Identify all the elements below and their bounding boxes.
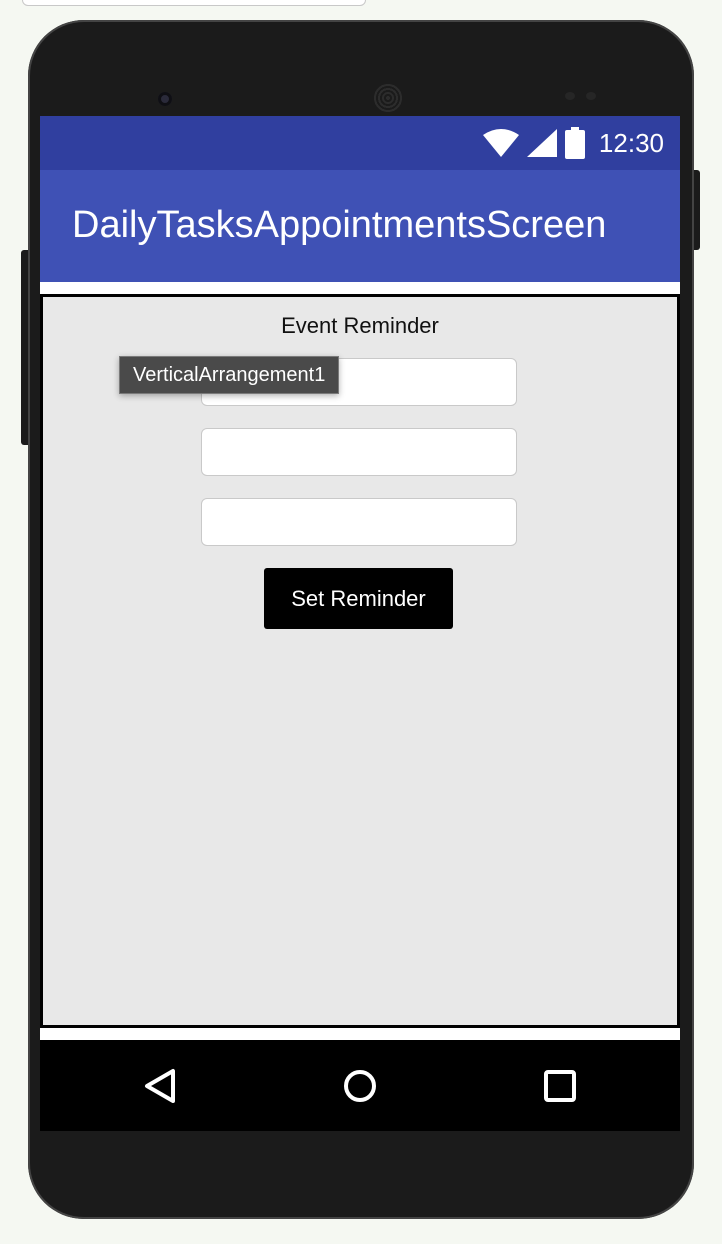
phone-screen: 12:30 DailyTasksAppointmentsScreen Event… xyxy=(40,116,680,1131)
screen-title: DailyTasksAppointmentsScreen xyxy=(72,204,607,246)
status-icons: 12:30 xyxy=(482,125,664,161)
set-reminder-button[interactable]: Set Reminder xyxy=(264,568,453,629)
back-button[interactable] xyxy=(134,1060,186,1112)
vertical-arrangement[interactable]: Event Reminder Set Reminder xyxy=(40,294,680,1028)
reminder-textbox-3[interactable] xyxy=(201,498,517,546)
status-time: 12:30 xyxy=(598,127,664,158)
front-camera-icon xyxy=(158,92,172,106)
signal-icon xyxy=(526,129,557,157)
event-reminder-label: Event Reminder xyxy=(281,313,439,338)
status-bar: 12:30 xyxy=(40,116,680,170)
sensor-icon xyxy=(586,92,596,100)
speaker-grille-icon xyxy=(373,83,403,113)
top-toolbar-edge xyxy=(22,0,366,6)
recents-icon xyxy=(544,1070,576,1102)
battery-icon xyxy=(564,127,585,159)
navigation-bar xyxy=(40,1040,680,1131)
recents-button[interactable] xyxy=(534,1060,586,1112)
sensor-icon xyxy=(565,92,575,100)
wifi-icon xyxy=(482,129,519,157)
app-bar: DailyTasksAppointmentsScreen xyxy=(40,170,680,282)
component-tooltip: VerticalArrangement1 xyxy=(119,356,340,394)
home-button[interactable] xyxy=(334,1060,386,1112)
reminder-textbox-2[interactable] xyxy=(201,428,517,476)
home-icon xyxy=(344,1070,376,1102)
screen-bottom-divider xyxy=(40,1029,680,1037)
back-icon xyxy=(145,1069,175,1103)
